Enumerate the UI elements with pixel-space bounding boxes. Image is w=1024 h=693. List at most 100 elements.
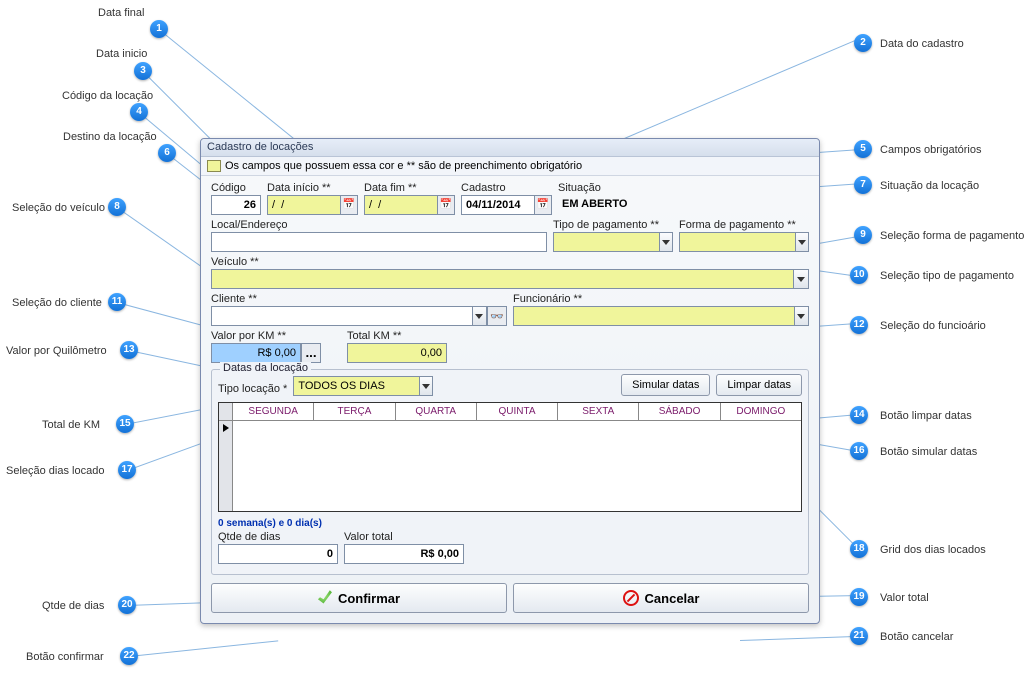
- annot-label-19: Valor total: [880, 592, 929, 604]
- limpar-datas-button[interactable]: Limpar datas: [716, 374, 802, 396]
- forma-pagamento-drop-icon[interactable]: [795, 232, 809, 252]
- data-fim-input[interactable]: [364, 195, 438, 215]
- tipo-locacao-select[interactable]: [293, 376, 419, 396]
- weeks-days-summary: 0 semana(s) e 0 dia(s): [218, 518, 802, 529]
- data-inicio-label: Data início **: [267, 182, 358, 194]
- annot-label-8: Seleção do veículo: [12, 202, 105, 214]
- tipo-pagamento-select[interactable]: [553, 232, 660, 252]
- day-header-sexta: SEXTA: [558, 403, 639, 420]
- window-title: Cadastro de locações: [201, 139, 819, 157]
- qtde-dias-label: Qtde de dias: [218, 531, 338, 543]
- cadastro-input[interactable]: [461, 195, 535, 215]
- annot-bubble-2: 2: [854, 34, 872, 52]
- tipo-locacao-drop-icon[interactable]: [419, 376, 434, 396]
- funcionario-label: Funcionário **: [513, 293, 809, 305]
- confirmar-button[interactable]: Confirmar: [211, 583, 507, 613]
- annot-label-12: Seleção do funcioário: [880, 320, 986, 332]
- annot-label-18: Grid dos dias locados: [880, 544, 986, 556]
- cliente-label: Cliente **: [211, 293, 507, 305]
- codigo-label: Código: [211, 182, 261, 194]
- data-fim-calendar-icon[interactable]: 📅: [437, 195, 455, 215]
- annot-label-6: Destino da locação: [63, 131, 157, 143]
- annot-bubble-12: 12: [850, 316, 868, 334]
- annot-bubble-10: 10: [850, 266, 868, 284]
- annot-bubble-9: 9: [854, 226, 872, 244]
- data-inicio-input[interactable]: [267, 195, 341, 215]
- confirmar-label: Confirmar: [338, 591, 400, 606]
- situacao-label: Situação: [558, 182, 809, 194]
- forma-pagamento-select[interactable]: [679, 232, 796, 252]
- annot-label-21: Botão cancelar: [880, 631, 953, 643]
- annot-label-16: Botão simular datas: [880, 446, 977, 458]
- day-header-domingo: DOMINGO: [721, 403, 801, 420]
- valor-total-label: Valor total: [344, 531, 464, 543]
- cancel-icon: [623, 590, 639, 606]
- days-grid[interactable]: SEGUNDA TERÇA QUARTA QUINTA SEXTA SÁBADO…: [218, 402, 802, 512]
- annot-bubble-16: 16: [850, 442, 868, 460]
- annot-bubble-5: 5: [854, 140, 872, 158]
- annot-label-10: Seleção tipo de pagamento: [880, 270, 1014, 282]
- total-km-label: Total KM **: [347, 330, 447, 342]
- annot-bubble-20: 20: [118, 596, 136, 614]
- annot-bubble-7: 7: [854, 176, 872, 194]
- veiculo-select[interactable]: [211, 269, 794, 289]
- annot-label-4: Código da locação: [62, 90, 153, 102]
- simular-datas-button[interactable]: Simular datas: [621, 374, 710, 396]
- veiculo-label: Veículo **: [211, 256, 809, 268]
- tipo-pagamento-drop-icon[interactable]: [659, 232, 673, 252]
- required-notice: Os campos que possuem essa cor e ** são …: [201, 157, 819, 176]
- grid-row-handle[interactable]: [219, 421, 233, 511]
- annot-bubble-14: 14: [850, 406, 868, 424]
- valor-total-input[interactable]: [344, 544, 464, 564]
- annot-bubble-13: 13: [120, 341, 138, 359]
- annot-bubble-18: 18: [850, 540, 868, 558]
- valor-km-input[interactable]: [211, 343, 301, 363]
- annot-label-14: Botão limpar datas: [880, 410, 972, 422]
- valor-km-lookup-button[interactable]: ...: [301, 343, 321, 363]
- required-color-swatch: [207, 160, 221, 172]
- valor-km-label: Valor por KM **: [211, 330, 321, 342]
- locacoes-window: Cadastro de locações Os campos que possu…: [200, 138, 820, 624]
- annot-bubble-8: 8: [108, 198, 126, 216]
- annot-label-17: Seleção dias locado: [6, 465, 104, 477]
- annot-label-3: Data inicio: [96, 48, 147, 60]
- annot-label-11: Seleção do cliente: [12, 297, 102, 309]
- local-input[interactable]: [211, 232, 547, 252]
- cliente-select[interactable]: [211, 306, 473, 326]
- cancelar-label: Cancelar: [645, 591, 700, 606]
- annot-label-2: Data do cadastro: [880, 38, 964, 50]
- annot-bubble-17: 17: [118, 461, 136, 479]
- day-header-quinta: QUINTA: [477, 403, 558, 420]
- tipo-locacao-label: Tipo locação *: [218, 383, 287, 395]
- cancelar-button[interactable]: Cancelar: [513, 583, 809, 613]
- annot-label-1: Data final: [98, 7, 144, 19]
- check-icon: [318, 590, 332, 607]
- datas-locacao-legend: Datas da locação: [220, 362, 311, 374]
- tipo-pagamento-label: Tipo de pagamento **: [553, 219, 673, 231]
- annot-bubble-21: 21: [850, 627, 868, 645]
- total-km-input[interactable]: [347, 343, 447, 363]
- annot-label-5: Campos obrigatórios: [880, 144, 982, 156]
- day-header-terca: TERÇA: [314, 403, 395, 420]
- situacao-value: EM ABERTO: [558, 195, 809, 215]
- cadastro-label: Cadastro: [461, 182, 552, 194]
- annot-bubble-15: 15: [116, 415, 134, 433]
- funcionario-drop-icon[interactable]: [794, 306, 809, 326]
- annot-bubble-6: 6: [158, 144, 176, 162]
- funcionario-select[interactable]: [513, 306, 795, 326]
- data-inicio-calendar-icon[interactable]: 📅: [340, 195, 358, 215]
- veiculo-drop-icon[interactable]: [793, 269, 809, 289]
- annot-label-20: Qtde de dias: [42, 600, 104, 612]
- cliente-search-icon[interactable]: 👓: [487, 306, 507, 326]
- annot-label-9: Seleção forma de pagamento: [880, 230, 1024, 242]
- annot-bubble-1: 1: [150, 20, 168, 38]
- annot-label-22: Botão confirmar: [26, 651, 104, 663]
- annot-bubble-11: 11: [108, 293, 126, 311]
- cadastro-calendar-icon[interactable]: 📅: [534, 195, 552, 215]
- cliente-drop-icon[interactable]: [472, 306, 487, 326]
- qtde-dias-input[interactable]: [218, 544, 338, 564]
- annot-bubble-19: 19: [850, 588, 868, 606]
- codigo-input[interactable]: [211, 195, 261, 215]
- annot-label-15: Total de KM: [42, 419, 100, 431]
- annot-label-13: Valor por Quilômetro: [6, 345, 107, 357]
